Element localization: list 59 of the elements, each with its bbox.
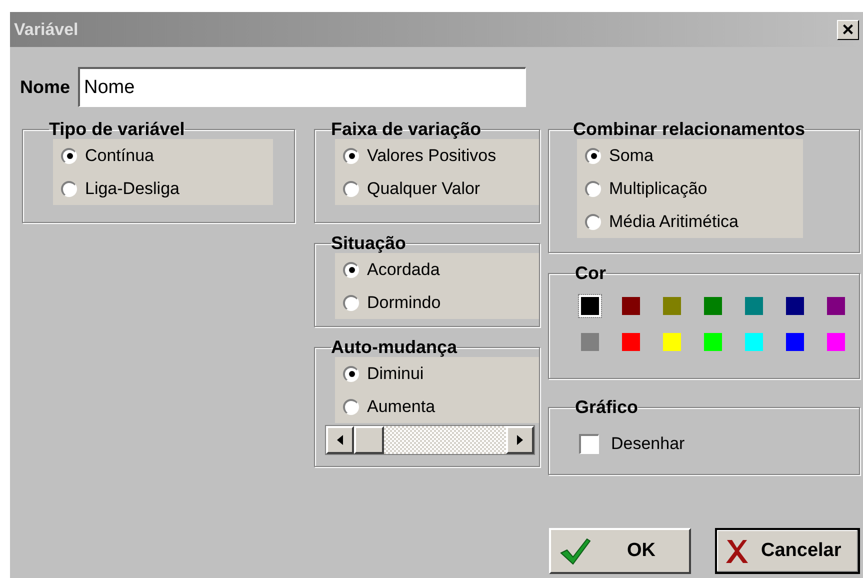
color-swatch[interactable] — [745, 297, 763, 315]
group-title: Situação — [331, 233, 406, 253]
scrollbar[interactable] — [325, 425, 535, 455]
group-title: Combinar relacionamentos — [573, 119, 806, 139]
scroll-right-button[interactable] — [506, 426, 534, 454]
color-swatch[interactable] — [827, 333, 845, 351]
radio-label: Multiplicação — [609, 178, 708, 200]
right-arrow-icon — [517, 435, 523, 445]
radio-label: Qualquer Valor — [367, 178, 480, 200]
radio-button[interactable] — [343, 148, 359, 164]
color-swatch[interactable] — [745, 333, 763, 351]
scroll-thumb[interactable] — [354, 426, 384, 454]
field-label: Nome — [20, 76, 70, 98]
radio-label: Contínua — [85, 144, 154, 167]
group-title: Faixa de variação — [331, 119, 482, 139]
radio-label: Soma — [609, 144, 654, 167]
group-title: Cor — [575, 263, 606, 283]
cancel-button[interactable]: Cancelar — [715, 528, 860, 574]
radio-button[interactable] — [343, 366, 359, 382]
color-swatch[interactable] — [786, 333, 804, 351]
close-button[interactable]: × — [837, 20, 859, 40]
checkbox-label: Desenhar — [611, 433, 685, 455]
radio-label: Liga-Desliga — [85, 178, 180, 200]
color-swatch[interactable] — [704, 333, 722, 351]
window-title: Variável — [14, 18, 78, 41]
radio-button[interactable] — [61, 180, 77, 196]
radio-label: Aumenta — [367, 396, 436, 418]
radio-button[interactable] — [585, 214, 601, 230]
radio-button[interactable] — [343, 398, 359, 414]
name-input-field[interactable]: Nome — [78, 67, 526, 107]
ok-button[interactable]: OK — [549, 528, 691, 574]
radio-button[interactable] — [343, 180, 359, 196]
color-swatch[interactable] — [663, 333, 681, 351]
color-swatch[interactable] — [663, 297, 681, 315]
radio-label: Acordada — [367, 258, 440, 281]
radio-button[interactable] — [343, 262, 359, 278]
left-arrow-icon — [337, 435, 343, 445]
checkbox[interactable] — [579, 434, 599, 454]
radio-button[interactable] — [343, 294, 359, 310]
color-swatch[interactable] — [704, 297, 722, 315]
group-title: Tipo de variável — [49, 119, 185, 139]
group-title: Gráfico — [575, 397, 638, 417]
radio-label: Diminui — [367, 362, 424, 385]
color-swatch[interactable] — [622, 297, 640, 315]
color-swatch[interactable] — [622, 333, 640, 351]
color-swatch[interactable] — [786, 297, 804, 315]
scroll-left-button[interactable] — [326, 426, 354, 454]
radio-button[interactable] — [61, 148, 77, 164]
color-swatch[interactable] — [827, 297, 845, 315]
x-icon — [725, 538, 749, 564]
radio-button[interactable] — [585, 148, 601, 164]
radio-button[interactable] — [585, 180, 601, 196]
radio-label: Dormindo — [367, 292, 441, 314]
color-swatch[interactable] — [581, 297, 599, 315]
checkmark-icon — [559, 537, 591, 565]
color-swatch[interactable] — [581, 333, 599, 351]
radio-label: Valores Positivos — [367, 144, 496, 167]
radio-label: Média Aritimética — [609, 210, 738, 233]
group-title: Auto-mudança — [331, 337, 457, 357]
